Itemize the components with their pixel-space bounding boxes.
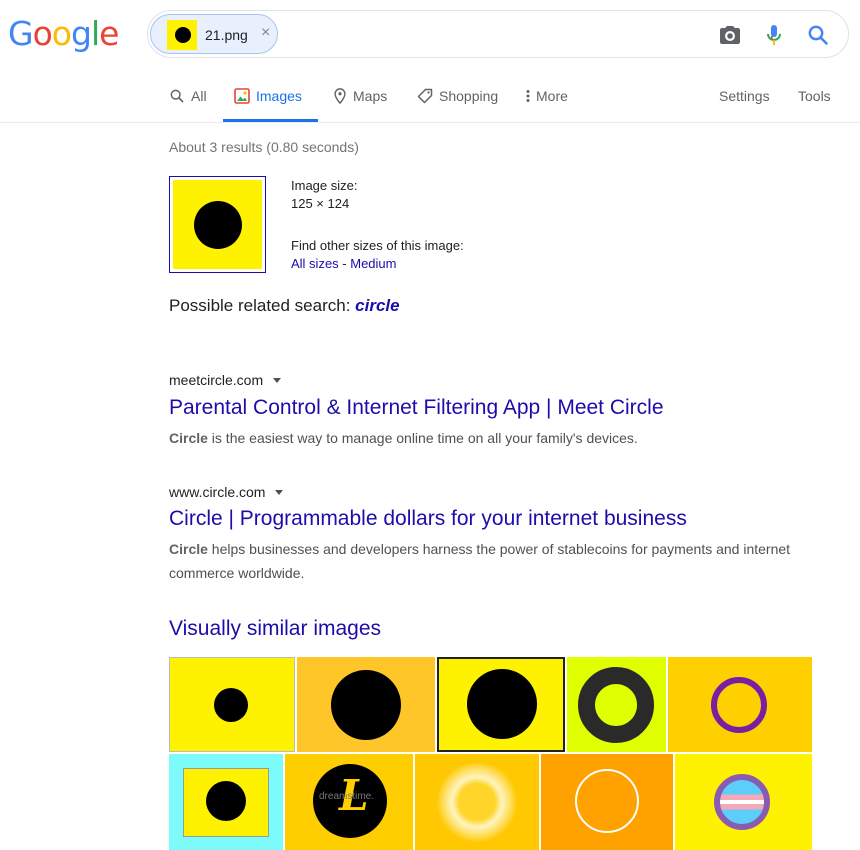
result-site: meetcircle.com bbox=[169, 372, 282, 388]
all-sizes-link[interactable]: All sizes bbox=[291, 256, 339, 271]
tab-maps[interactable]: Maps bbox=[333, 88, 387, 104]
settings-button[interactable]: Settings bbox=[719, 88, 770, 104]
logo-letter: G bbox=[8, 14, 34, 53]
similar-image-thumb[interactable] bbox=[675, 754, 812, 850]
logo-letter: e bbox=[99, 14, 119, 53]
result-title[interactable]: Parental Control & Internet Filtering Ap… bbox=[169, 396, 664, 420]
logo-letter: l bbox=[90, 14, 100, 53]
query-image-preview[interactable] bbox=[169, 176, 266, 273]
settings-label: Settings bbox=[719, 88, 770, 104]
result-title[interactable]: Circle | Programmable dollars for your i… bbox=[169, 507, 687, 531]
similar-image-thumb[interactable] bbox=[297, 657, 435, 752]
result-url[interactable]: www.circle.com bbox=[169, 484, 265, 500]
google-logo[interactable]: Google bbox=[8, 14, 119, 53]
logo-letter: o bbox=[32, 14, 53, 53]
search-icon[interactable] bbox=[806, 23, 830, 47]
image-icon bbox=[234, 88, 250, 104]
snippet-keyword: Circle bbox=[169, 541, 208, 557]
watermark-text: dreamstime. bbox=[319, 791, 375, 802]
similar-image-thumb[interactable] bbox=[415, 754, 539, 850]
similar-images-grid: L dreamstime. bbox=[169, 657, 812, 850]
tab-more-label: More bbox=[536, 88, 568, 104]
related-search: Possible related search: circle bbox=[169, 296, 400, 316]
search-bar[interactable]: 21.png × bbox=[147, 10, 849, 58]
result-url[interactable]: meetcircle.com bbox=[169, 372, 263, 388]
result-site: www.circle.com bbox=[169, 484, 284, 500]
related-search-link[interactable]: circle bbox=[355, 296, 399, 315]
tab-shopping[interactable]: Shopping bbox=[417, 88, 498, 104]
similar-image-thumb[interactable] bbox=[169, 657, 295, 752]
header-divider bbox=[0, 122, 860, 123]
logo-letter: g bbox=[70, 14, 92, 53]
other-sizes-label: Find other sizes of this image: bbox=[291, 238, 464, 253]
tools-button[interactable]: Tools bbox=[798, 88, 831, 104]
query-filename: 21.png bbox=[205, 27, 248, 43]
similar-image-thumb[interactable] bbox=[541, 754, 673, 850]
image-query-chip[interactable]: 21.png × bbox=[150, 14, 278, 54]
sizes-separator: - bbox=[338, 256, 351, 271]
result-snippet: Circle is the easiest way to manage onli… bbox=[169, 426, 809, 450]
tab-maps-label: Maps bbox=[353, 88, 388, 104]
tab-more[interactable]: More bbox=[524, 88, 568, 104]
image-size-value: 125 × 124 bbox=[291, 196, 350, 211]
caret-down-icon[interactable] bbox=[275, 489, 284, 495]
search-tabs: All Images Maps Shopping More Settings T… bbox=[0, 82, 860, 122]
query-image-thumbnail bbox=[167, 20, 197, 50]
similar-image-thumb[interactable]: L dreamstime. bbox=[285, 754, 413, 850]
yellow-circle-image bbox=[173, 180, 262, 269]
result-stats: About 3 results (0.80 seconds) bbox=[169, 139, 359, 155]
map-pin-icon bbox=[334, 88, 346, 104]
similar-image-thumb[interactable] bbox=[567, 657, 666, 752]
tab-all-label: All bbox=[191, 88, 207, 104]
result-snippet: Circle helps businesses and developers h… bbox=[169, 537, 809, 585]
tag-icon bbox=[417, 88, 433, 104]
related-search-prefix: Possible related search: bbox=[169, 296, 356, 315]
snippet-text: helps businesses and developers harness … bbox=[169, 541, 791, 581]
similar-image-thumb[interactable] bbox=[437, 657, 565, 752]
tab-shopping-label: Shopping bbox=[439, 88, 499, 104]
similar-image-thumb[interactable] bbox=[668, 657, 812, 752]
similar-images-heading[interactable]: Visually similar images bbox=[169, 617, 381, 641]
tab-images-label: Images bbox=[256, 88, 302, 104]
microphone-icon[interactable] bbox=[762, 23, 786, 47]
more-vertical-icon bbox=[526, 90, 530, 102]
caret-down-icon[interactable] bbox=[273, 377, 282, 383]
tools-label: Tools bbox=[798, 88, 831, 104]
clear-image-button[interactable]: × bbox=[261, 24, 270, 42]
image-size-block: Image size: 125 × 124 bbox=[291, 177, 357, 213]
other-sizes-block: Find other sizes of this image: All size… bbox=[291, 237, 464, 273]
search-icon bbox=[170, 89, 184, 103]
tab-all[interactable]: All bbox=[169, 88, 207, 104]
medium-size-link[interactable]: Medium bbox=[350, 256, 396, 271]
logo-letter: o bbox=[51, 14, 72, 53]
snippet-keyword: Circle bbox=[169, 430, 208, 446]
similar-image-thumb[interactable] bbox=[169, 754, 283, 850]
tab-images[interactable]: Images bbox=[234, 88, 302, 104]
snippet-text: is the easiest way to manage online time… bbox=[207, 430, 638, 446]
camera-icon[interactable] bbox=[718, 23, 742, 47]
image-size-label: Image size: bbox=[291, 178, 358, 193]
